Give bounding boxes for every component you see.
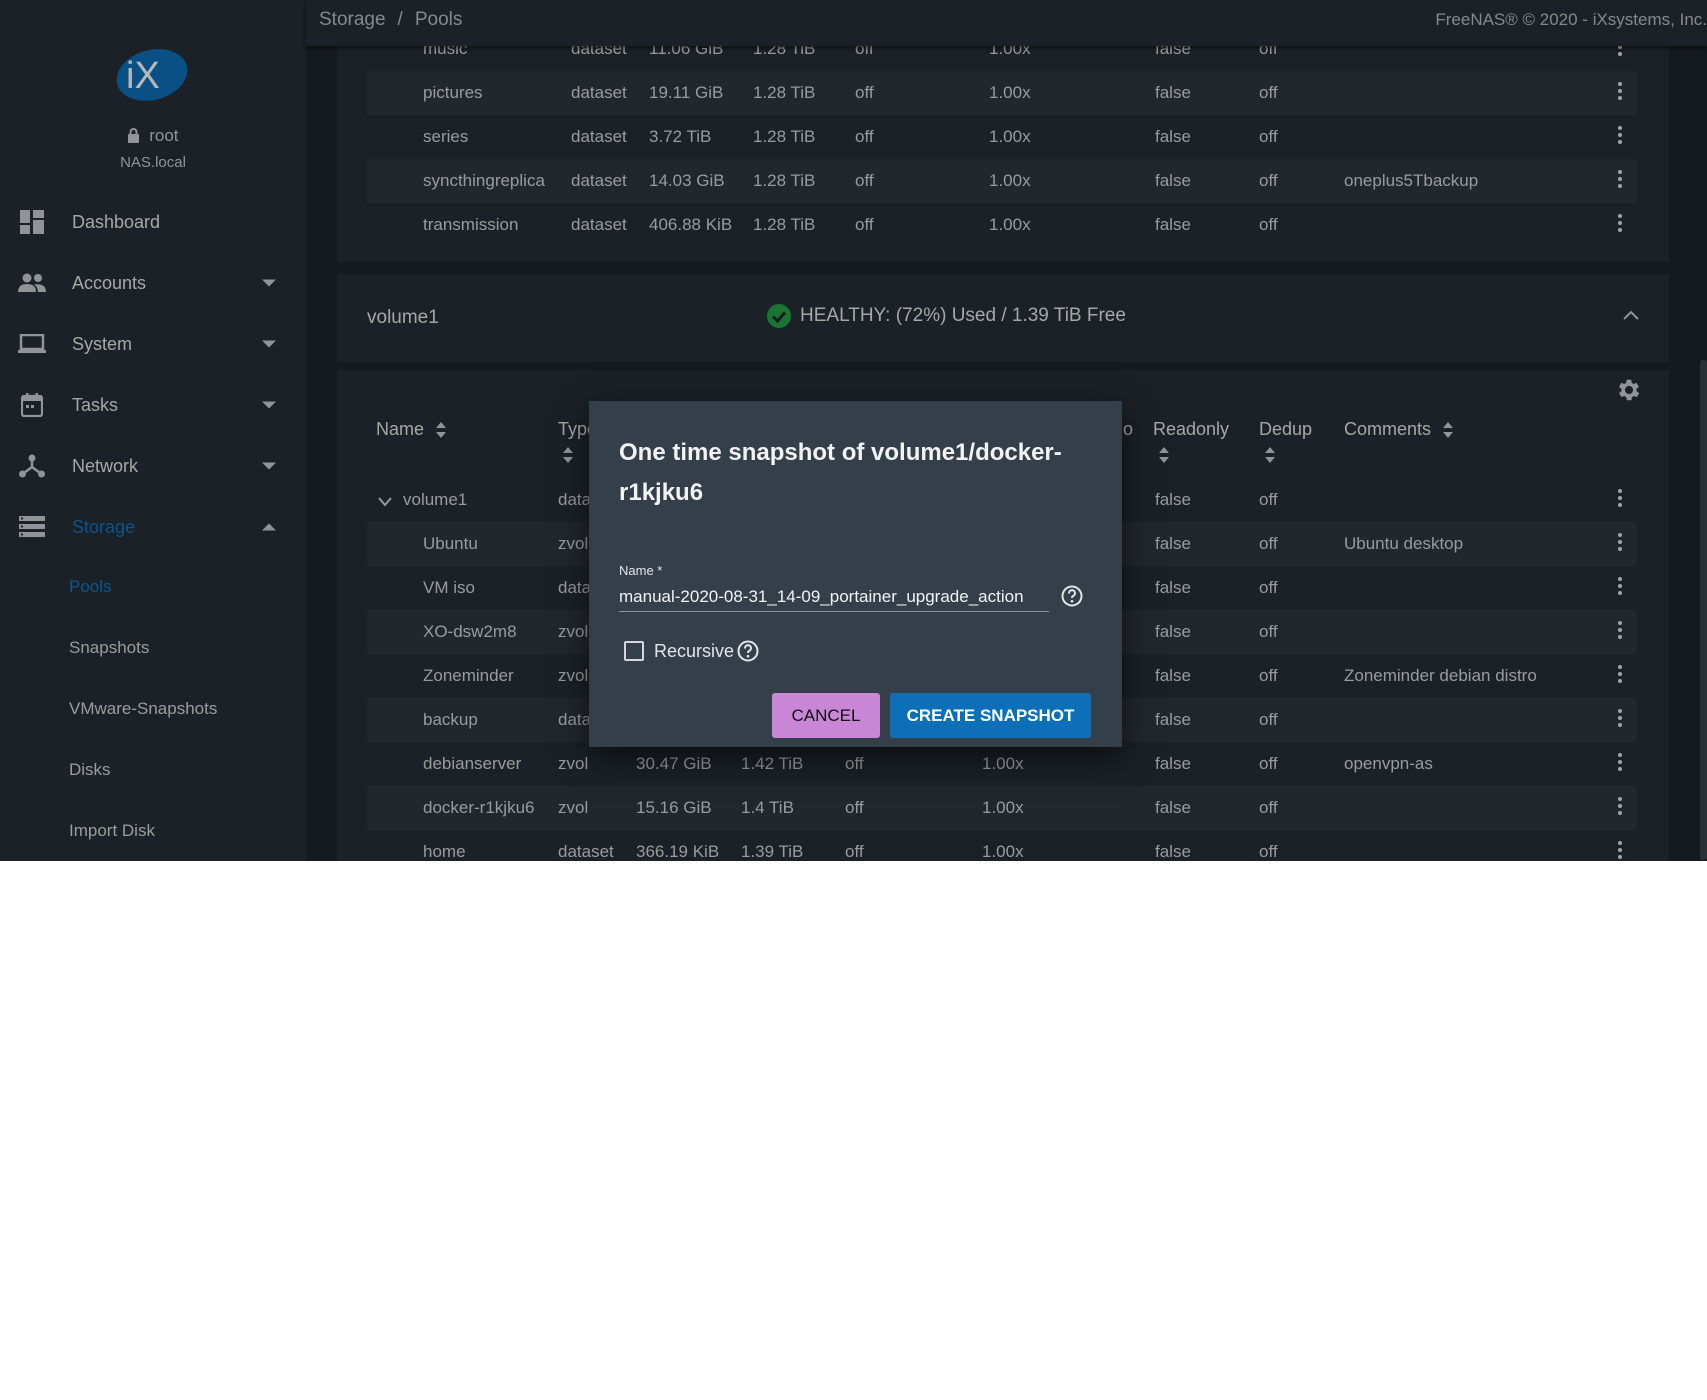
recursive-checkbox[interactable] [624, 641, 644, 661]
app-window: iX root NAS.local Dashboard Accounts Sys… [0, 0, 1707, 861]
recursive-label: Recursive [654, 641, 735, 661]
cancel-button[interactable]: CANCEL [772, 693, 880, 738]
snapshot-dialog: One time snapshot of volume1/docker-r1kj… [589, 401, 1122, 747]
help-icon[interactable] [1061, 585, 1083, 607]
snapshot-name-input[interactable] [619, 582, 1049, 612]
create-snapshot-button[interactable]: CREATE SNAPSHOT [890, 693, 1091, 738]
dialog-title: One time snapshot of volume1/docker-r1kj… [619, 439, 1062, 506]
name-field-label: Name * [619, 563, 663, 578]
recursive-help-icon[interactable] [737, 640, 759, 662]
